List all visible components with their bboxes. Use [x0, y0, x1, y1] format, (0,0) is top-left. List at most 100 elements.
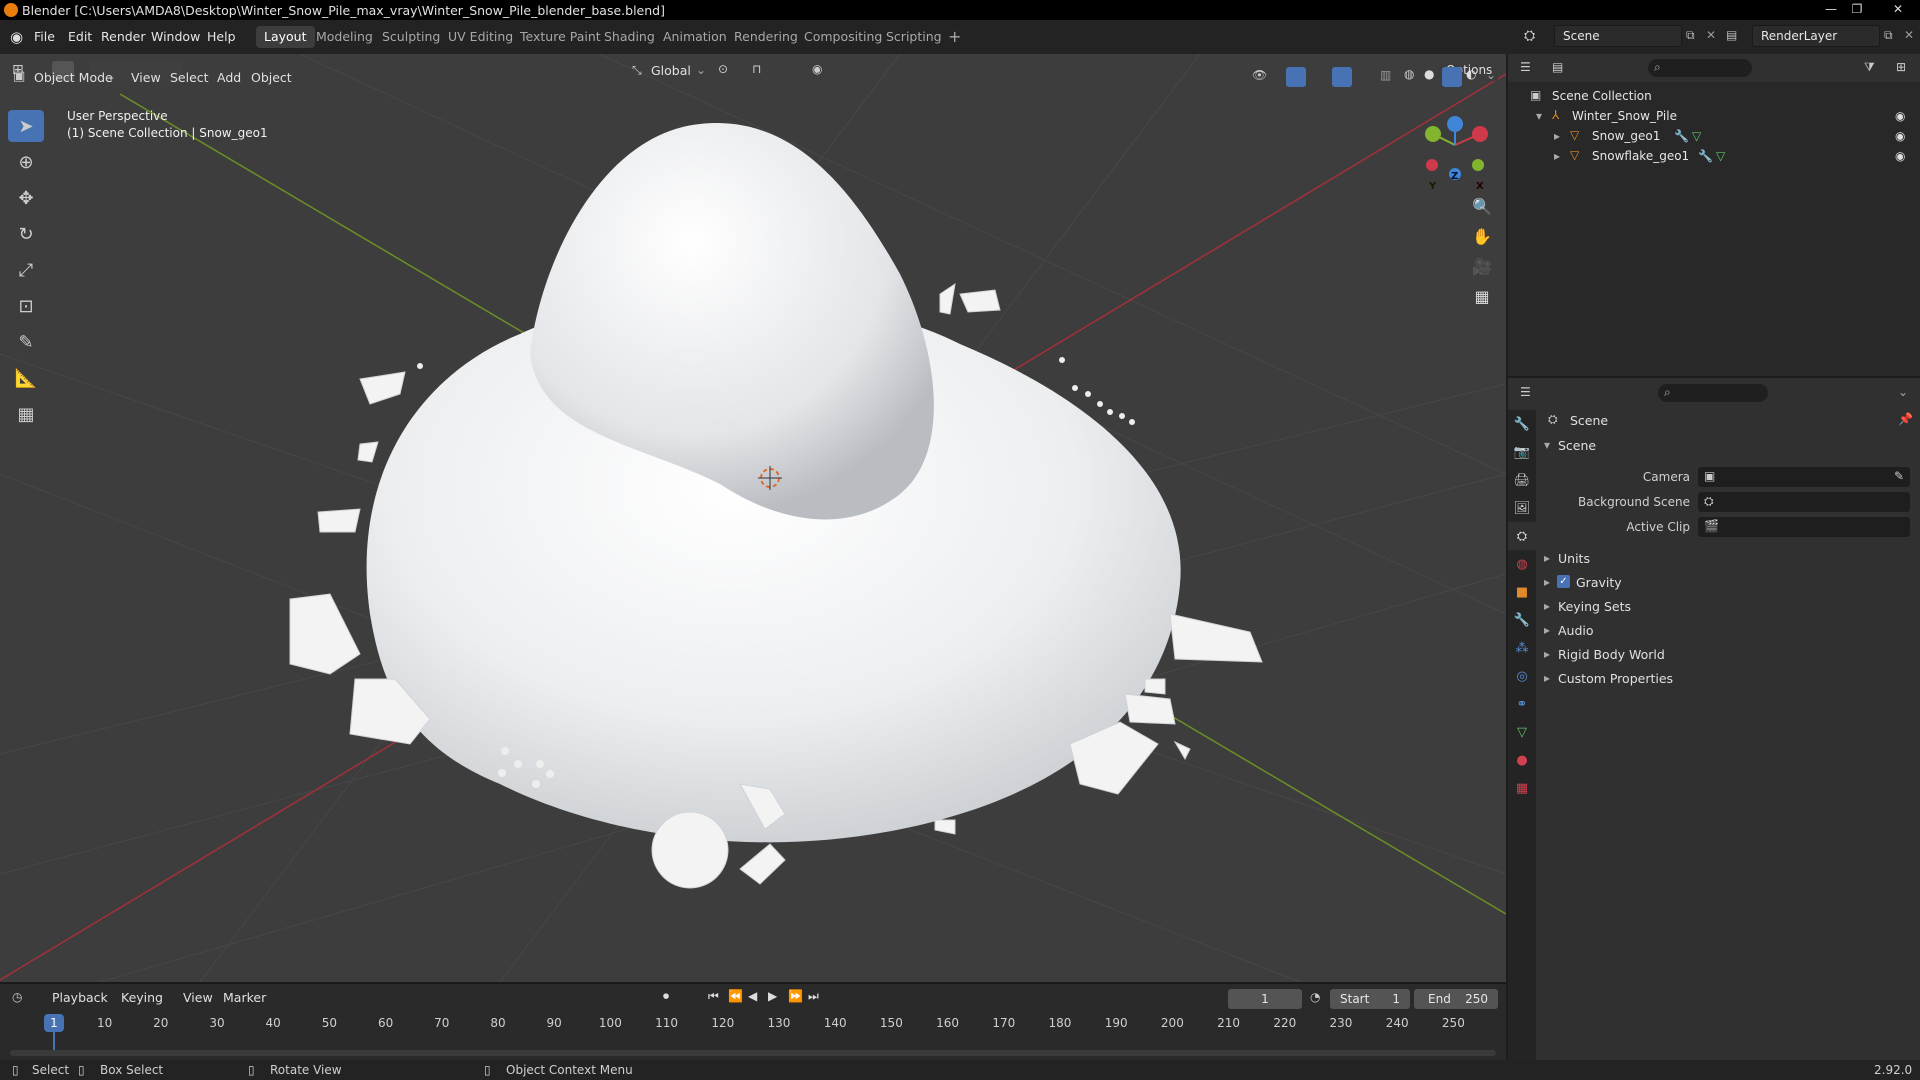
outliner-row-snowflake-geo1[interactable]: ▸ ▽ Snowflake_geo1 🔧 ▽ ◉: [1508, 146, 1920, 166]
add-cube-tool-icon[interactable]: ▦: [8, 398, 44, 430]
outliner-row-snow-geo1[interactable]: ▸ ▽ Snow_geo1 🔧 ▽ ◉: [1508, 126, 1920, 146]
tab-modeling[interactable]: Modeling: [308, 26, 381, 48]
prev-keyframe-icon[interactable]: ⏪: [728, 989, 743, 1003]
visibility-eye-icon[interactable]: ◉: [1895, 129, 1905, 143]
end-frame-field[interactable]: End 250: [1414, 989, 1498, 1009]
add-workspace-button[interactable]: +: [940, 26, 969, 48]
tab-sculpting[interactable]: Sculpting: [374, 26, 448, 48]
delete-layer-icon[interactable]: ✕: [1904, 28, 1914, 42]
new-layer-icon[interactable]: ⧉: [1884, 28, 1893, 43]
tab-animation[interactable]: Animation: [655, 26, 735, 48]
particles-tab-icon[interactable]: ⁂: [1508, 634, 1536, 662]
record-icon[interactable]: ⏺: [663, 989, 669, 1004]
data-tab-icon[interactable]: ▽: [1508, 718, 1536, 746]
tool-tab-icon[interactable]: 🔧: [1508, 410, 1536, 438]
tab-uv-editing[interactable]: UV Editing: [440, 26, 521, 48]
mesh-data-icon[interactable]: ▽: [1692, 129, 1701, 143]
viewport-menu-select[interactable]: Select: [170, 70, 209, 85]
timeline-scrollbar[interactable]: [10, 1050, 1496, 1056]
rotate-tool-icon[interactable]: ↻: [8, 218, 44, 250]
tab-compositing[interactable]: Compositing: [796, 26, 890, 48]
minimize-button[interactable]: —: [1818, 0, 1844, 18]
expand-chevron-right-icon[interactable]: ▸: [1554, 149, 1560, 163]
rendered-shading-icon[interactable]: ◐: [1466, 67, 1476, 81]
object-tab-icon[interactable]: ■: [1508, 578, 1536, 606]
transform-tool-icon[interactable]: ⊡: [8, 290, 44, 322]
render-layer-icon[interactable]: ▤: [1726, 28, 1737, 42]
render-layer-selector[interactable]: RenderLayer: [1752, 25, 1880, 47]
start-frame-field[interactable]: Start 1: [1330, 989, 1410, 1009]
close-button[interactable]: ✕: [1880, 0, 1916, 18]
modifier-wrench-icon[interactable]: 🔧: [1674, 129, 1689, 143]
timeline-menu-marker[interactable]: Marker: [223, 990, 266, 1005]
material-shading-icon[interactable]: [1442, 67, 1462, 87]
play-icon[interactable]: ▶: [768, 989, 777, 1003]
properties-search-input[interactable]: ⌕: [1658, 384, 1768, 402]
timeline-editor-icon[interactable]: ◷: [12, 990, 22, 1004]
timeline-menu-keying[interactable]: Keying: [121, 990, 163, 1005]
pan-hand-icon[interactable]: ✋: [1468, 222, 1496, 250]
scene-tab-icon[interactable]: ⛭: [1508, 522, 1536, 550]
maximize-button[interactable]: ❐: [1844, 0, 1870, 18]
physics-tab-icon[interactable]: ◎: [1508, 662, 1536, 690]
select-box-tool-icon[interactable]: ➤: [8, 110, 44, 142]
pin-icon[interactable]: 📌: [1898, 412, 1913, 426]
menu-help[interactable]: Help: [207, 29, 236, 44]
viewport-menu-object[interactable]: Object: [251, 70, 292, 85]
constraints-tab-icon[interactable]: ⚭: [1508, 690, 1536, 718]
outliner-search-input[interactable]: ⌕: [1648, 59, 1752, 77]
snap-icon[interactable]: ⊓: [752, 62, 761, 76]
eyedropper-icon[interactable]: ✎: [1894, 469, 1904, 483]
annotate-tool-icon[interactable]: ✎: [8, 326, 44, 358]
scene-icon[interactable]: ⛭: [1524, 28, 1535, 44]
properties-editor-icon[interactable]: ☰: [1520, 385, 1531, 399]
3d-viewport[interactable]: X Y Z ⊞ ⤡ Global ⌄ ⊙ ⊓ ◉ Options ▣ Objec…: [0, 54, 1506, 982]
timeline-menu-view[interactable]: View: [183, 990, 213, 1005]
tab-shading[interactable]: Shading: [596, 26, 663, 48]
move-tool-icon[interactable]: ✥: [8, 182, 44, 214]
gizmo-toggle-icon[interactable]: [1286, 67, 1306, 87]
menu-edit[interactable]: Edit: [68, 29, 92, 44]
render-tab-icon[interactable]: 📷: [1508, 438, 1536, 466]
menu-file[interactable]: File: [34, 29, 55, 44]
filter-icon[interactable]: ⧩: [1864, 60, 1875, 75]
tab-layout[interactable]: Layout: [256, 26, 315, 48]
expand-chevron-down-icon[interactable]: ▾: [1536, 109, 1542, 123]
gravity-checkbox[interactable]: ✓: [1557, 575, 1570, 588]
viewport-menu-view[interactable]: View: [131, 70, 161, 85]
view-layer-tab-icon[interactable]: 🖼: [1508, 494, 1536, 522]
camera-view-icon[interactable]: 🎥: [1468, 252, 1496, 280]
display-mode-icon[interactable]: ▤: [1552, 60, 1563, 74]
menu-window[interactable]: Window: [151, 29, 200, 44]
current-frame-field[interactable]: 1: [1228, 989, 1302, 1009]
new-collection-icon[interactable]: ⊞: [1896, 60, 1906, 74]
blender-menu-icon[interactable]: ◉: [10, 28, 23, 46]
outliner-row-winter-snow-pile[interactable]: ▾ ⅄ Winter_Snow_Pile ◉: [1508, 106, 1920, 126]
visibility-eye-icon[interactable]: ◉: [1895, 109, 1905, 123]
menu-render[interactable]: Render: [101, 29, 146, 44]
jump-start-icon[interactable]: ⏮: [708, 989, 719, 1004]
xray-icon[interactable]: ▥: [1380, 68, 1391, 82]
tab-scripting[interactable]: Scripting: [878, 26, 950, 48]
panel-expand-chevron-down-icon[interactable]: ▾: [1544, 438, 1550, 452]
mesh-data-icon[interactable]: ▽: [1716, 149, 1725, 163]
next-keyframe-icon[interactable]: ⏩: [788, 989, 803, 1003]
wireframe-shading-icon[interactable]: ◍: [1404, 67, 1414, 81]
expand-chevron-right-icon[interactable]: ▸: [1554, 129, 1560, 143]
shading-chevron-down-icon[interactable]: ⌄: [1486, 68, 1496, 82]
play-reverse-icon[interactable]: ◀: [748, 989, 757, 1003]
transform-orientation[interactable]: Global: [651, 63, 691, 78]
modifier-wrench-icon[interactable]: 🔧: [1698, 149, 1713, 163]
jump-end-icon[interactable]: ⏭: [808, 989, 819, 1004]
modifier-tab-icon[interactable]: 🔧: [1508, 606, 1536, 634]
object-mode-dropdown[interactable]: Object Mode: [34, 70, 113, 85]
cursor-tool-icon[interactable]: ⊕: [8, 146, 44, 178]
proportional-edit-icon[interactable]: ◉: [812, 62, 822, 76]
viewport-menu-add[interactable]: Add: [217, 70, 241, 85]
active-clip-field[interactable]: 🎬: [1698, 517, 1910, 537]
outliner-editor-icon[interactable]: ☰: [1520, 60, 1531, 74]
timeline-menu-playback[interactable]: Playback: [52, 990, 108, 1005]
pivot-icon[interactable]: ⊙: [718, 62, 728, 76]
delete-scene-icon[interactable]: ✕: [1706, 28, 1716, 42]
zoom-icon[interactable]: 🔍: [1468, 192, 1496, 220]
